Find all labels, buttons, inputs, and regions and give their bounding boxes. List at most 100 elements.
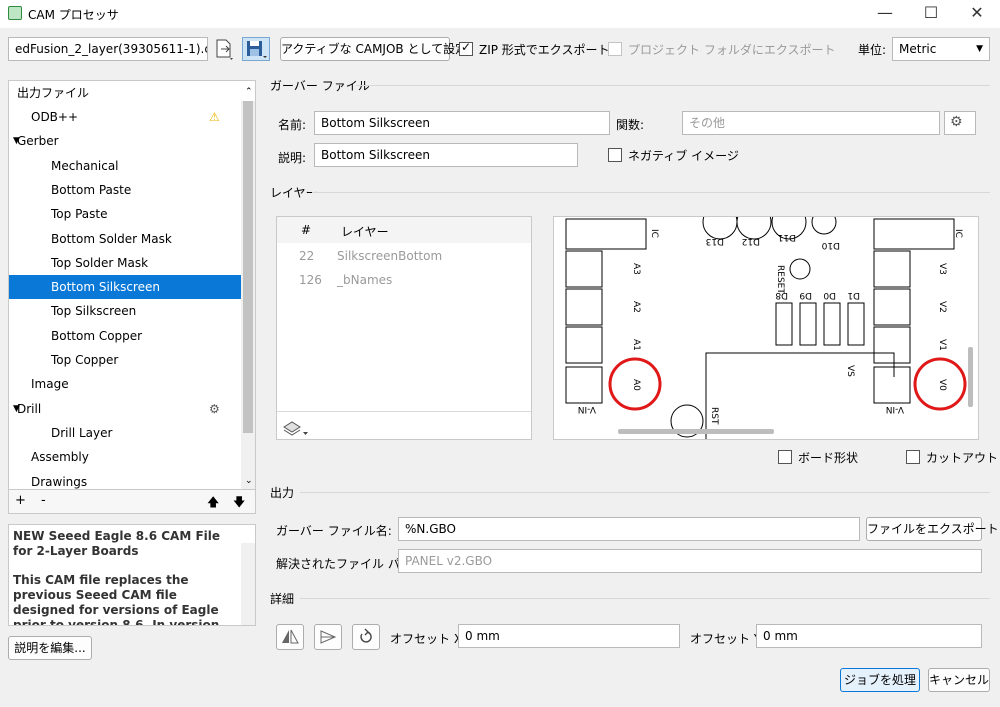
project-folder-export-label: プロジェクト フォルダにエクスポート: [628, 43, 836, 57]
warning-icon: ⚠: [209, 110, 220, 124]
add-output-button[interactable]: +: [15, 493, 26, 508]
tree-scrollbar[interactable]: [241, 101, 255, 489]
project-folder-export-checkbox[interactable]: [608, 42, 622, 56]
tree-item[interactable]: Image: [9, 372, 241, 396]
pcb-label: V-IN: [578, 404, 596, 414]
cam-file-input[interactable]: edFusion_2_layer(39305611-1).cam: [8, 37, 208, 61]
tree-item-label: Top Paste: [51, 207, 108, 222]
cutout-checkbox[interactable]: [906, 450, 920, 464]
flip-icon: [320, 630, 337, 644]
negative-image-checkbox[interactable]: [608, 148, 622, 162]
name-input[interactable]: Bottom Silkscreen: [314, 111, 610, 135]
remove-output-button[interactable]: -: [41, 493, 46, 508]
tree-item-label: Drill Layer: [51, 425, 113, 440]
col-num-header: #: [301, 223, 312, 237]
process-job-button[interactable]: ジョブを処理: [840, 668, 920, 692]
tree-item-label: Drill: [17, 401, 42, 416]
tree-item[interactable]: ODB++ ⚠: [9, 105, 241, 129]
offset-y-input[interactable]: 0 mm: [756, 624, 982, 648]
unit-select[interactable]: Metric ▼: [892, 37, 990, 61]
tree-item[interactable]: Bottom Solder Mask: [9, 227, 241, 251]
gerber-file-section-label: ガーバー ファイル: [270, 79, 370, 93]
gerber-filename-label: ガーバー ファイル名:: [276, 524, 392, 538]
pcb-label: V-IN: [886, 404, 904, 414]
move-down-button[interactable]: 🡇: [233, 493, 245, 514]
tree-item[interactable]: Top Silkscreen: [9, 299, 241, 323]
offset-x-input[interactable]: 0 mm: [458, 624, 680, 648]
tree-scroll-thumb[interactable]: [243, 101, 253, 433]
gear-icon: ⚙: [950, 114, 963, 130]
pcb-preview-drawing: IC D13 D12 D11 D10 A3 A2 A1 A0 V3 V2 V1 …: [565, 217, 973, 439]
scroll-down-icon[interactable]: ⌄: [245, 476, 253, 486]
description-body: This CAM file replaces the previous Seee…: [13, 573, 220, 626]
tree-item[interactable]: Mechanical: [9, 154, 241, 178]
scroll-up-icon[interactable]: ⌃: [245, 87, 253, 97]
zip-export-checkbox[interactable]: [459, 40, 473, 56]
tree-item-label: ODB++: [31, 110, 79, 124]
cam-description[interactable]: NEW Seeed Eagle 8.6 CAM File for 2-Layer…: [8, 524, 256, 626]
mirror-vertical-button[interactable]: [314, 624, 342, 650]
gear-icon[interactable]: ⚙: [209, 397, 220, 421]
tree-item[interactable]: ▼ Drill ⚙: [9, 397, 241, 421]
pcb-label: D11: [778, 232, 796, 242]
function-input[interactable]: その他: [682, 111, 940, 135]
close-button[interactable]: ✕: [954, 0, 1000, 28]
unit-label: 単位:: [858, 43, 887, 57]
preview-scrollbar-h: [618, 429, 774, 434]
tree-item-label: Bottom Copper: [51, 328, 143, 343]
set-active-camjob-button[interactable]: アクティブな CAMJOB として設定: [280, 37, 467, 61]
description-scrollbar[interactable]: [241, 543, 255, 625]
section-divider: [300, 598, 990, 599]
export-file-button[interactable]: ファイルをエクスポート: [866, 517, 999, 541]
save-file-icon[interactable]: [242, 37, 270, 61]
tree-item-label: Mechanical: [51, 158, 119, 173]
board-shape-checkbox[interactable]: [778, 450, 792, 464]
pcb-label: D12: [742, 236, 760, 246]
tree-item[interactable]: Bottom Silkscreen: [9, 275, 241, 300]
app-icon: [8, 6, 22, 20]
rotate-icon: [360, 628, 372, 643]
tree-item-label: Top Silkscreen: [51, 304, 137, 319]
minimize-button[interactable]: —: [862, 0, 908, 28]
description-input[interactable]: Bottom Silkscreen: [314, 143, 578, 167]
function-label: 関数:: [616, 118, 645, 132]
tree-item[interactable]: Top Solder Mask: [9, 251, 241, 275]
tree-item-label: Image: [31, 377, 69, 392]
title-bar: CAM プロセッサ — ☐ ✕: [0, 0, 1000, 28]
function-gear-button[interactable]: ⚙: [944, 111, 976, 135]
edit-description-button[interactable]: 説明を編集...: [8, 636, 92, 660]
open-file-icon[interactable]: [212, 37, 236, 61]
move-up-button[interactable]: 🡅: [207, 493, 219, 514]
pcb-label: A2: [631, 301, 641, 313]
layers-table: # レイヤー 22 SilkscreenBottom 126 _bNames: [276, 216, 532, 440]
pcb-label: D13: [706, 236, 724, 246]
tree-item[interactable]: Top Paste: [9, 202, 241, 226]
layer-row-name: SilkscreenBottom: [337, 249, 443, 263]
mirror-horizontal-button[interactable]: [276, 624, 304, 650]
layer-row-num: 22: [299, 249, 315, 263]
tree-item[interactable]: Bottom Copper: [9, 324, 241, 348]
gerber-filename-input[interactable]: %N.GBO: [398, 517, 860, 541]
tree-item[interactable]: ▼ Gerber: [9, 129, 241, 153]
details-section-label: 詳細: [270, 592, 295, 606]
tree-item[interactable]: Top Copper: [9, 348, 241, 372]
layers-section-label: レイヤー: [270, 186, 318, 200]
pcb-label: A3: [631, 263, 641, 275]
layers-icon[interactable]: [281, 417, 309, 437]
tree-item[interactable]: Bottom Paste: [9, 178, 241, 202]
pcb-label: D9: [799, 290, 812, 300]
rotate-button[interactable]: [352, 624, 380, 650]
pcb-label: V2: [937, 301, 947, 313]
mirror-icon: [282, 629, 299, 644]
resolved-path-input: PANEL v2.GBO: [398, 549, 982, 573]
name-label: 名前:: [278, 118, 307, 132]
maximize-button[interactable]: ☐: [908, 0, 954, 28]
board-shape-label: ボード形状: [798, 451, 859, 465]
tree-item[interactable]: Drill Layer: [9, 421, 241, 445]
tree-item[interactable]: Assembly: [9, 445, 241, 469]
pcb-preview[interactable]: IC D13 D12 D11 D10 A3 A2 A1 A0 V3 V2 V1 …: [553, 216, 979, 440]
pcb-label: IC: [649, 229, 659, 238]
output-files-tree: 出力ファイル ⌃ ODB++ ⚠ ▼ Gerber Mechanical Bottom P…: [8, 80, 256, 514]
section-divider: [300, 492, 990, 493]
cancel-button[interactable]: キャンセル: [928, 668, 990, 692]
